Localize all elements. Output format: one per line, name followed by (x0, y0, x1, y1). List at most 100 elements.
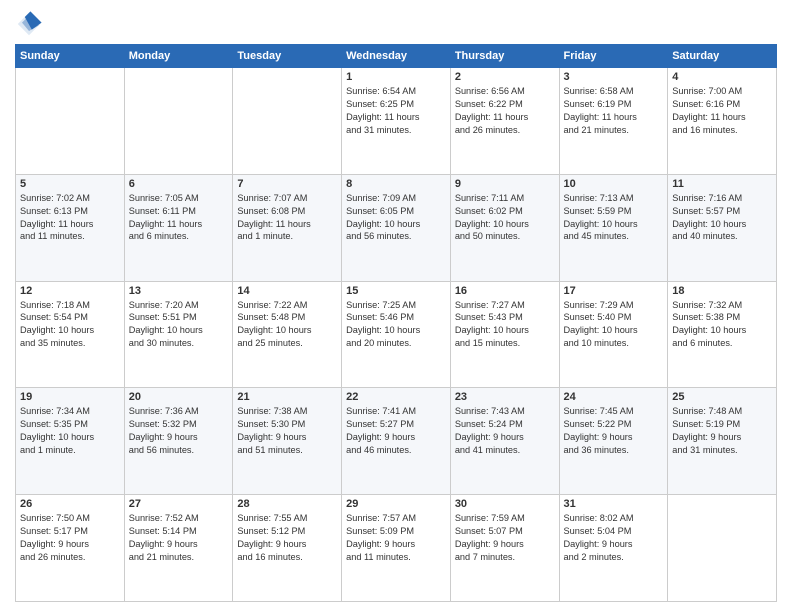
calendar-cell: 25 Sunrise: 7:48 AM Sunset: 5:19 PM Dayli… (668, 388, 777, 495)
calendar-cell: 8 Sunrise: 7:09 AM Sunset: 6:05 PM Daylig… (342, 174, 451, 281)
day-info: Sunrise: 7:29 AM Sunset: 5:40 PM Dayligh… (564, 299, 664, 351)
calendar-cell: 24 Sunrise: 7:45 AM Sunset: 5:22 PM Dayli… (559, 388, 668, 495)
logo-icon (15, 10, 43, 38)
calendar-cell (668, 495, 777, 602)
calendar-cell (233, 68, 342, 175)
day-number: 8 (346, 178, 446, 190)
day-info: Sunrise: 7:05 AM Sunset: 6:11 PM Dayligh… (129, 192, 229, 244)
calendar-cell (124, 68, 233, 175)
day-number: 18 (672, 285, 772, 297)
day-number: 27 (129, 498, 229, 510)
day-info: Sunrise: 7:16 AM Sunset: 5:57 PM Dayligh… (672, 192, 772, 244)
calendar-cell: 12Sunrise: 7:18 AM Sunset: 5:54 PM Dayli… (16, 281, 125, 388)
day-info: Sunrise: 7:45 AM Sunset: 5:22 PM Dayligh… (564, 405, 664, 457)
day-number: 17 (564, 285, 664, 297)
day-number: 5 (20, 178, 120, 190)
day-number: 16 (455, 285, 555, 297)
calendar-week-5: 26 Sunrise: 7:50 AM Sunset: 5:17 PM Dayli… (16, 495, 777, 602)
day-number: 9 (455, 178, 555, 190)
day-info: Sunrise: 7:07 AM Sunset: 6:08 PM Dayligh… (237, 192, 337, 244)
calendar-week-2: 5 Sunrise: 7:02 AM Sunset: 6:13 PM Daylig… (16, 174, 777, 281)
weekday-header-thursday: Thursday (450, 45, 559, 68)
calendar-cell: 6 Sunrise: 7:05 AM Sunset: 6:11 PM Daylig… (124, 174, 233, 281)
day-info: Sunrise: 6:56 AM Sunset: 6:22 PM Dayligh… (455, 85, 555, 137)
calendar-cell: 3Sunrise: 6:58 AM Sunset: 6:19 PM Daylig… (559, 68, 668, 175)
day-number: 23 (455, 391, 555, 403)
day-number: 20 (129, 391, 229, 403)
calendar-cell: 1 Sunrise: 6:54 AM Sunset: 6:25 PM Daylig… (342, 68, 451, 175)
calendar-cell (16, 68, 125, 175)
day-number: 2 (455, 71, 555, 83)
calendar-cell: 11 Sunrise: 7:16 AM Sunset: 5:57 PM Dayli… (668, 174, 777, 281)
weekday-header-saturday: Saturday (668, 45, 777, 68)
day-info: Sunrise: 7:36 AM Sunset: 5:32 PM Dayligh… (129, 405, 229, 457)
day-info: Sunrise: 7:09 AM Sunset: 6:05 PM Dayligh… (346, 192, 446, 244)
calendar-cell: 14 Sunrise: 7:22 AM Sunset: 5:48 PM Dayli… (233, 281, 342, 388)
day-info: Sunrise: 7:57 AM Sunset: 5:09 PM Dayligh… (346, 512, 446, 564)
calendar-cell: 23 Sunrise: 7:43 AM Sunset: 5:24 PM Dayli… (450, 388, 559, 495)
weekday-header-wednesday: Wednesday (342, 45, 451, 68)
calendar-cell: 13 Sunrise: 7:20 AM Sunset: 5:51 PM Dayli… (124, 281, 233, 388)
day-info: Sunrise: 7:48 AM Sunset: 5:19 PM Dayligh… (672, 405, 772, 457)
day-info: Sunrise: 7:52 AM Sunset: 5:14 PM Dayligh… (129, 512, 229, 564)
day-number: 13 (129, 285, 229, 297)
day-number: 4 (672, 71, 772, 83)
day-info: Sunrise: 7:32 AM Sunset: 5:38 PM Dayligh… (672, 299, 772, 351)
day-info: Sunrise: 6:58 AM Sunset: 6:19 PM Dayligh… (564, 85, 664, 137)
day-number: 28 (237, 498, 337, 510)
page: SundayMondayTuesdayWednesdayThursdayFrid… (0, 0, 792, 612)
calendar-cell: 4 Sunrise: 7:00 AM Sunset: 6:16 PM Daylig… (668, 68, 777, 175)
header (15, 10, 777, 38)
day-info: Sunrise: 7:22 AM Sunset: 5:48 PM Dayligh… (237, 299, 337, 351)
calendar-cell: 26 Sunrise: 7:50 AM Sunset: 5:17 PM Dayli… (16, 495, 125, 602)
day-info: Sunrise: 7:25 AM Sunset: 5:46 PM Dayligh… (346, 299, 446, 351)
calendar-cell: 29 Sunrise: 7:57 AM Sunset: 5:09 PM Dayli… (342, 495, 451, 602)
day-number: 31 (564, 498, 664, 510)
day-info: Sunrise: 6:54 AM Sunset: 6:25 PM Dayligh… (346, 85, 446, 137)
day-number: 12 (20, 285, 120, 297)
day-number: 25 (672, 391, 772, 403)
calendar-table: SundayMondayTuesdayWednesdayThursdayFrid… (15, 44, 777, 602)
day-number: 10 (564, 178, 664, 190)
day-info: Sunrise: 7:27 AM Sunset: 5:43 PM Dayligh… (455, 299, 555, 351)
day-info: Sunrise: 7:02 AM Sunset: 6:13 PM Dayligh… (20, 192, 120, 244)
day-info: Sunrise: 7:43 AM Sunset: 5:24 PM Dayligh… (455, 405, 555, 457)
calendar-week-3: 12Sunrise: 7:18 AM Sunset: 5:54 PM Dayli… (16, 281, 777, 388)
day-info: Sunrise: 7:11 AM Sunset: 6:02 PM Dayligh… (455, 192, 555, 244)
day-number: 14 (237, 285, 337, 297)
day-number: 15 (346, 285, 446, 297)
day-info: Sunrise: 8:02 AM Sunset: 5:04 PM Dayligh… (564, 512, 664, 564)
day-info: Sunrise: 7:41 AM Sunset: 5:27 PM Dayligh… (346, 405, 446, 457)
day-info: Sunrise: 7:00 AM Sunset: 6:16 PM Dayligh… (672, 85, 772, 137)
day-number: 1 (346, 71, 446, 83)
day-number: 21 (237, 391, 337, 403)
day-number: 11 (672, 178, 772, 190)
calendar-cell: 27 Sunrise: 7:52 AM Sunset: 5:14 PM Dayli… (124, 495, 233, 602)
weekday-header-row: SundayMondayTuesdayWednesdayThursdayFrid… (16, 45, 777, 68)
day-number: 19 (20, 391, 120, 403)
day-info: Sunrise: 7:20 AM Sunset: 5:51 PM Dayligh… (129, 299, 229, 351)
day-info: Sunrise: 7:50 AM Sunset: 5:17 PM Dayligh… (20, 512, 120, 564)
calendar-cell: 10Sunrise: 7:13 AM Sunset: 5:59 PM Dayli… (559, 174, 668, 281)
calendar-cell: 5 Sunrise: 7:02 AM Sunset: 6:13 PM Daylig… (16, 174, 125, 281)
day-number: 29 (346, 498, 446, 510)
calendar-cell: 22Sunrise: 7:41 AM Sunset: 5:27 PM Dayli… (342, 388, 451, 495)
weekday-header-monday: Monday (124, 45, 233, 68)
day-number: 30 (455, 498, 555, 510)
calendar-cell: 21Sunrise: 7:38 AM Sunset: 5:30 PM Dayli… (233, 388, 342, 495)
day-number: 24 (564, 391, 664, 403)
weekday-header-friday: Friday (559, 45, 668, 68)
day-info: Sunrise: 7:55 AM Sunset: 5:12 PM Dayligh… (237, 512, 337, 564)
day-number: 6 (129, 178, 229, 190)
calendar-cell: 17 Sunrise: 7:29 AM Sunset: 5:40 PM Dayli… (559, 281, 668, 388)
day-number: 26 (20, 498, 120, 510)
calendar-cell: 16 Sunrise: 7:27 AM Sunset: 5:43 PM Dayli… (450, 281, 559, 388)
calendar-cell: 31 Sunrise: 8:02 AM Sunset: 5:04 PM Dayli… (559, 495, 668, 602)
calendar-cell: 2 Sunrise: 6:56 AM Sunset: 6:22 PM Daylig… (450, 68, 559, 175)
calendar-cell: 19Sunrise: 7:34 AM Sunset: 5:35 PM Dayli… (16, 388, 125, 495)
calendar-cell: 28 Sunrise: 7:55 AM Sunset: 5:12 PM Dayli… (233, 495, 342, 602)
calendar-cell: 9 Sunrise: 7:11 AM Sunset: 6:02 PM Daylig… (450, 174, 559, 281)
calendar-cell: 7Sunrise: 7:07 AM Sunset: 6:08 PM Daylig… (233, 174, 342, 281)
day-info: Sunrise: 7:59 AM Sunset: 5:07 PM Dayligh… (455, 512, 555, 564)
logo (15, 10, 47, 38)
